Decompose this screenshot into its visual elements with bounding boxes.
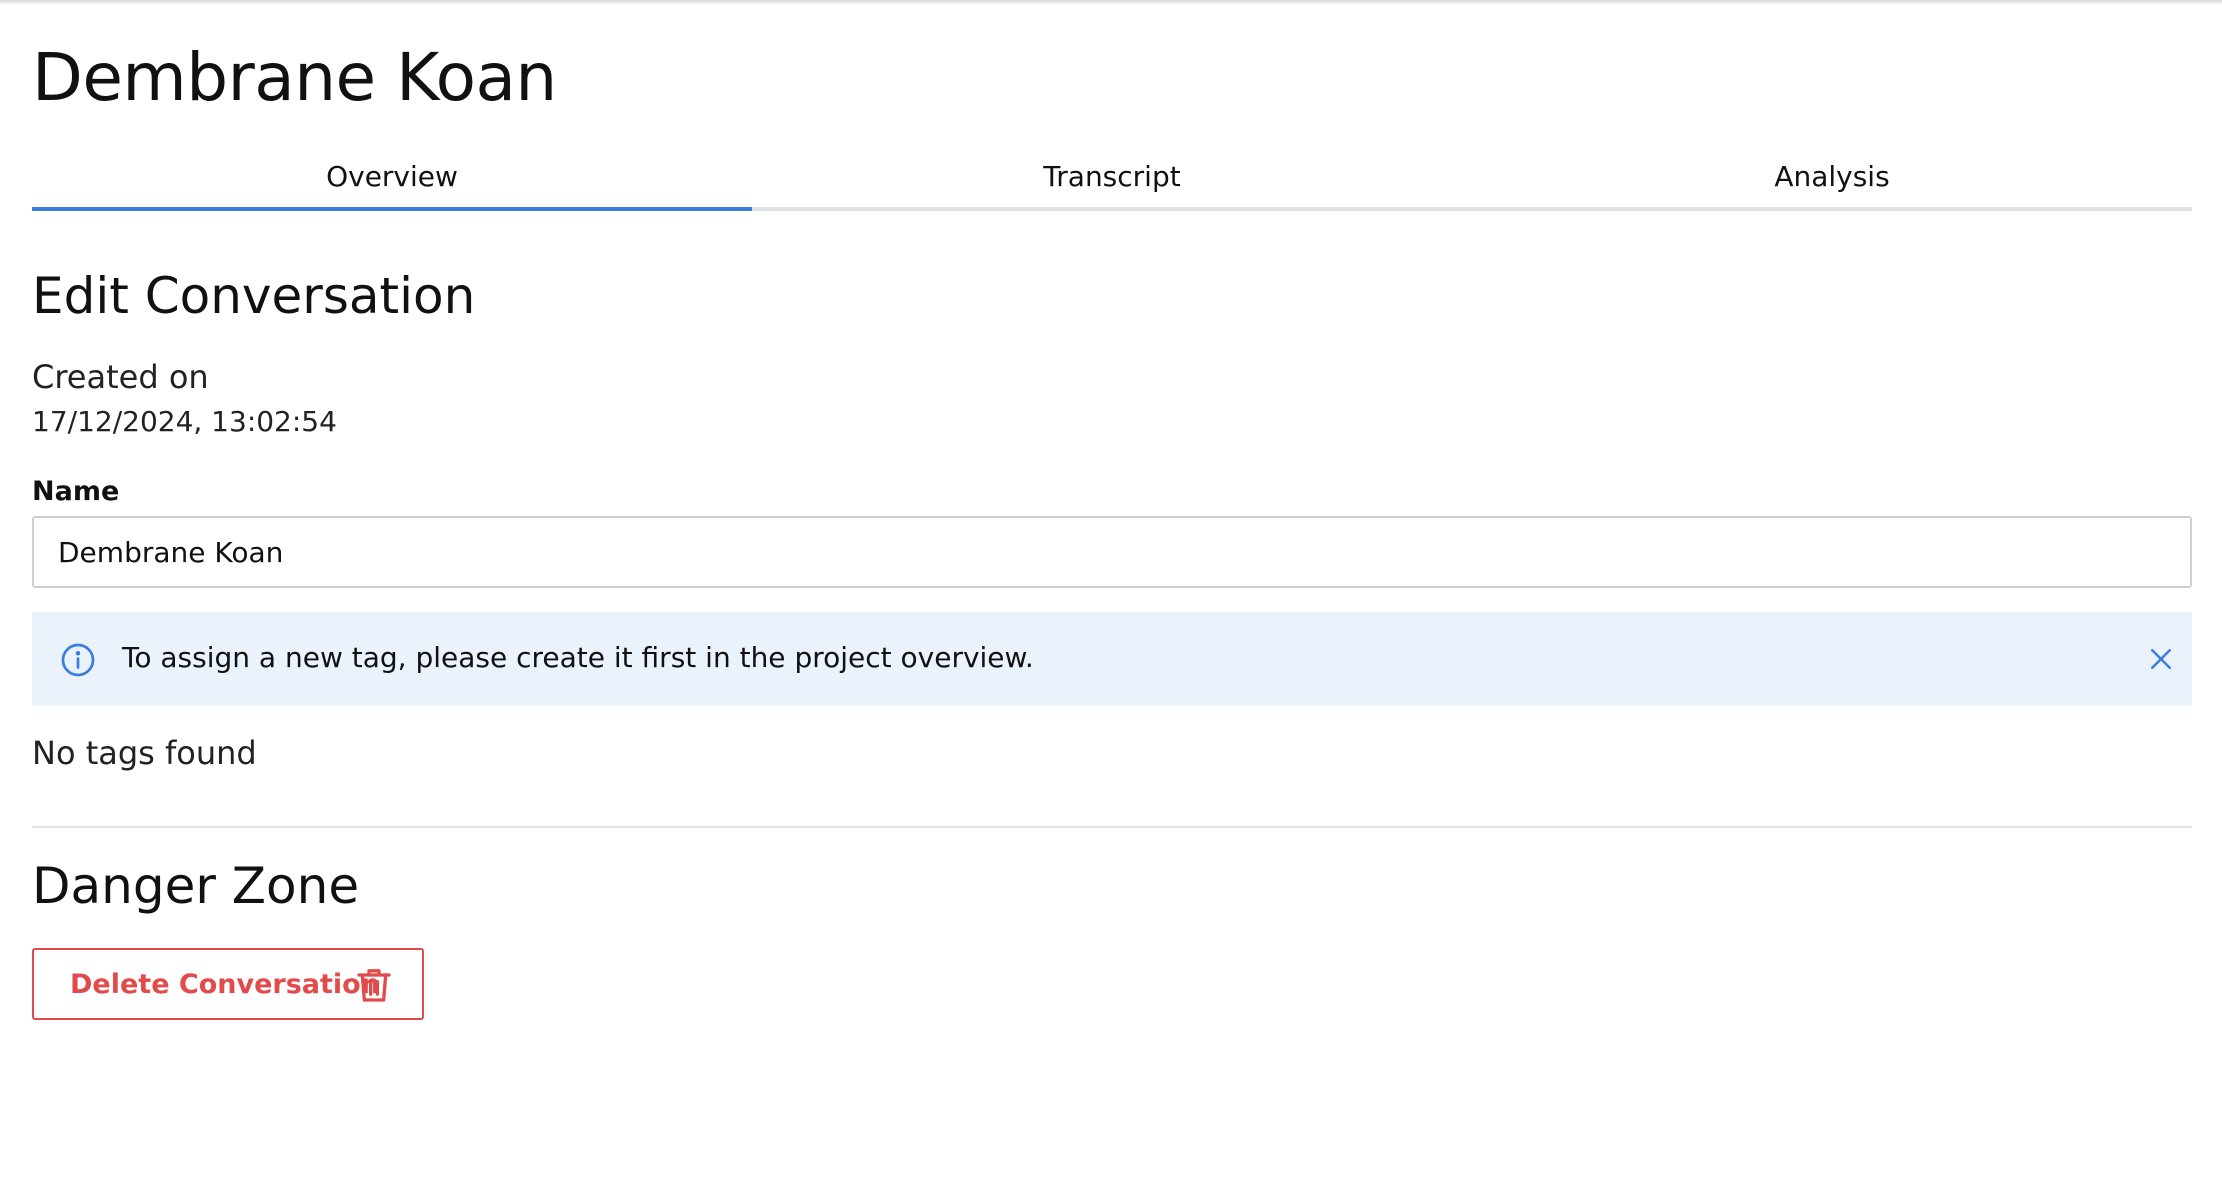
tab-transcript[interactable]: Transcript: [752, 150, 1472, 207]
info-icon: [61, 643, 95, 677]
edit-conversation-heading: Edit Conversation: [32, 267, 476, 325]
delete-conversation-button[interactable]: Delete Conversation: [32, 948, 424, 1020]
section-divider: [32, 826, 2192, 828]
created-on-label: Created on: [32, 358, 209, 396]
close-icon[interactable]: [2146, 644, 2176, 674]
danger-zone-heading: Danger Zone: [32, 857, 360, 915]
name-label: Name: [32, 476, 120, 507]
tab-overview[interactable]: Overview: [32, 150, 752, 211]
tag-info-alert: To assign a new tag, please create it fi…: [32, 612, 2192, 706]
tab-bar: Overview Transcript Analysis: [32, 150, 2192, 211]
delete-button-label: Delete Conversation: [70, 969, 380, 1000]
name-input[interactable]: [32, 516, 2192, 588]
tab-analysis[interactable]: Analysis: [1472, 150, 2192, 207]
created-on-value: 17/12/2024, 13:02:54: [32, 405, 337, 438]
alert-message: To assign a new tag, please create it fi…: [122, 641, 1034, 674]
trash-icon: [357, 969, 391, 1002]
top-shadow: [0, 0, 2222, 4]
no-tags-message: No tags found: [32, 734, 257, 772]
page-title: Dembrane Koan: [32, 39, 557, 116]
